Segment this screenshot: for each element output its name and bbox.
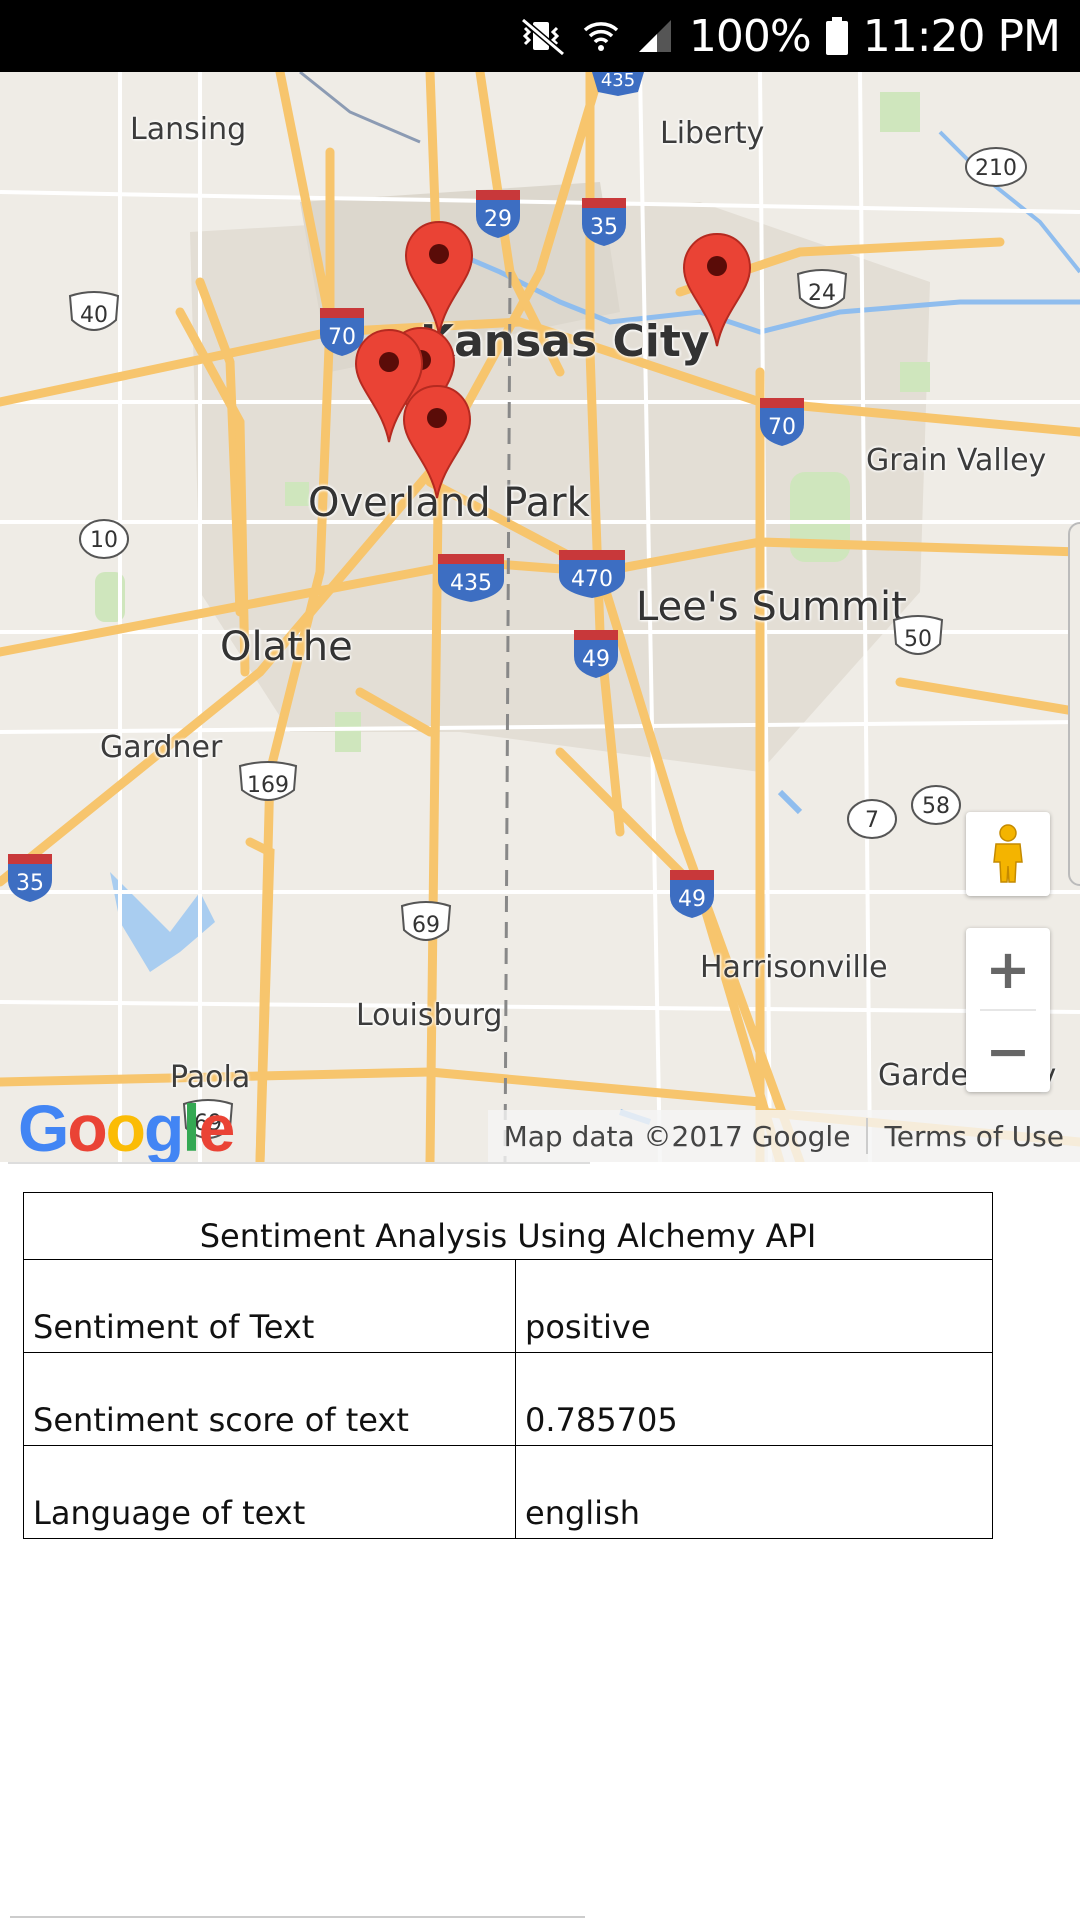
clock: 11:20 PM (862, 10, 1061, 62)
svg-text:35: 35 (590, 215, 618, 240)
street-view-button[interactable] (966, 812, 1050, 896)
map-marker-icon[interactable] (682, 232, 752, 348)
pegman-icon (993, 824, 1023, 883)
us-route-shield-50: 50 (890, 614, 946, 671)
interstate-shield-35-north: 35 (580, 196, 628, 253)
sentiment-label: Sentiment of Text (23, 1259, 516, 1353)
svg-text:29: 29 (484, 207, 512, 232)
table-row: Sentiment score of text 0.785705 (23, 1352, 993, 1446)
sentiment-value: positive (515, 1259, 993, 1353)
svg-text:49: 49 (582, 647, 610, 672)
interstate-shield-49-south: 49 (668, 868, 716, 925)
interstate-shield-435-top: 435 (588, 72, 648, 101)
svg-text:24: 24 (808, 281, 836, 306)
svg-text:50: 50 (904, 627, 932, 652)
interstate-shield-70-east: 70 (758, 396, 806, 453)
sentiment-score-value: 0.785705 (515, 1352, 993, 1446)
interstate-shield-435-south: 435 (436, 552, 506, 609)
route-shield-10: 10 (78, 518, 130, 565)
us-route-shield-24: 24 (794, 268, 850, 325)
place-label-harrisonville: Harrisonville (700, 950, 888, 985)
us-route-shield-40: 40 (66, 290, 122, 347)
place-label-lees-summit: Lee's Summit (636, 584, 907, 630)
interstate-shield-49-north: 49 (572, 628, 620, 685)
signal-icon (638, 20, 671, 52)
bottom-divider (10, 1916, 585, 1918)
table-header-row: Sentiment Analysis Using Alchemy API (23, 1192, 993, 1260)
svg-text:435: 435 (450, 571, 492, 596)
place-label-olathe: Olathe (220, 624, 353, 670)
status-bar: 100% 11:20 PM (0, 0, 1080, 72)
zoom-controls: + − (966, 928, 1050, 1092)
svg-text:69: 69 (412, 913, 440, 938)
svg-text:210: 210 (975, 156, 1017, 181)
svg-text:10: 10 (90, 528, 118, 553)
table-row: Sentiment of Text positive (23, 1259, 993, 1353)
us-route-shield-210: 210 (964, 146, 1028, 193)
place-label-lansing: Lansing (130, 112, 247, 147)
zoom-out-button[interactable]: − (966, 1010, 1050, 1092)
route-shield-7: 7 (846, 798, 898, 845)
svg-text:40: 40 (80, 303, 108, 328)
sentiment-score-label: Sentiment score of text (23, 1352, 516, 1446)
interstate-shield-35-southwest: 35 (6, 852, 54, 909)
battery-percent: 100% (688, 10, 812, 62)
battery-icon (825, 17, 848, 55)
svg-text:35: 35 (16, 871, 44, 896)
interstate-shield-29: 29 (474, 188, 522, 245)
wifi-icon (583, 22, 619, 51)
status-bar-right: 100% 11:20 PM (519, 0, 1061, 72)
map-marker-icon[interactable] (402, 384, 472, 500)
google-logo: Google (18, 1091, 235, 1162)
language-value: english (515, 1445, 993, 1539)
interstate-shield-470: 470 (557, 548, 627, 605)
route-shield-58: 58 (910, 784, 962, 831)
sentiment-table: Sentiment Analysis Using Alchemy API Sen… (23, 1192, 993, 1539)
place-label-grain-valley: Grain Valley (866, 443, 1047, 478)
svg-text:7: 7 (865, 808, 879, 833)
place-label-liberty: Liberty (660, 116, 765, 151)
map-edge-handle (1068, 522, 1080, 886)
us-route-shield-169: 169 (236, 760, 300, 817)
svg-text:169: 169 (247, 773, 289, 798)
svg-text:435: 435 (601, 72, 635, 91)
sentiment-table-title: Sentiment Analysis Using Alchemy API (23, 1192, 993, 1260)
language-label: Language of text (23, 1445, 516, 1539)
map-bottom-divider (8, 1162, 590, 1164)
map-data-attribution: Map data ©2017 Google (503, 1119, 851, 1153)
zoom-in-button[interactable]: + (966, 928, 1050, 1010)
map-marker-icon[interactable] (404, 220, 474, 336)
map-attribution: Map data ©2017 Google Terms of Use (487, 1110, 1080, 1162)
place-label-louisburg: Louisburg (356, 998, 503, 1033)
us-route-shield-69: 69 (398, 900, 454, 957)
svg-text:470: 470 (571, 567, 613, 592)
svg-text:49: 49 (678, 887, 706, 912)
svg-text:70: 70 (328, 325, 356, 350)
map-view[interactable]: Lansing Liberty Kansas City Grain Valley… (0, 72, 1080, 1162)
terms-of-use-link[interactable]: Terms of Use (868, 1120, 1080, 1153)
table-row: Language of text english (23, 1445, 993, 1539)
svg-text:58: 58 (922, 794, 950, 819)
vibrate-mute-icon (520, 17, 565, 56)
place-label-gardner: Gardner (100, 730, 223, 765)
svg-text:70: 70 (768, 415, 796, 440)
